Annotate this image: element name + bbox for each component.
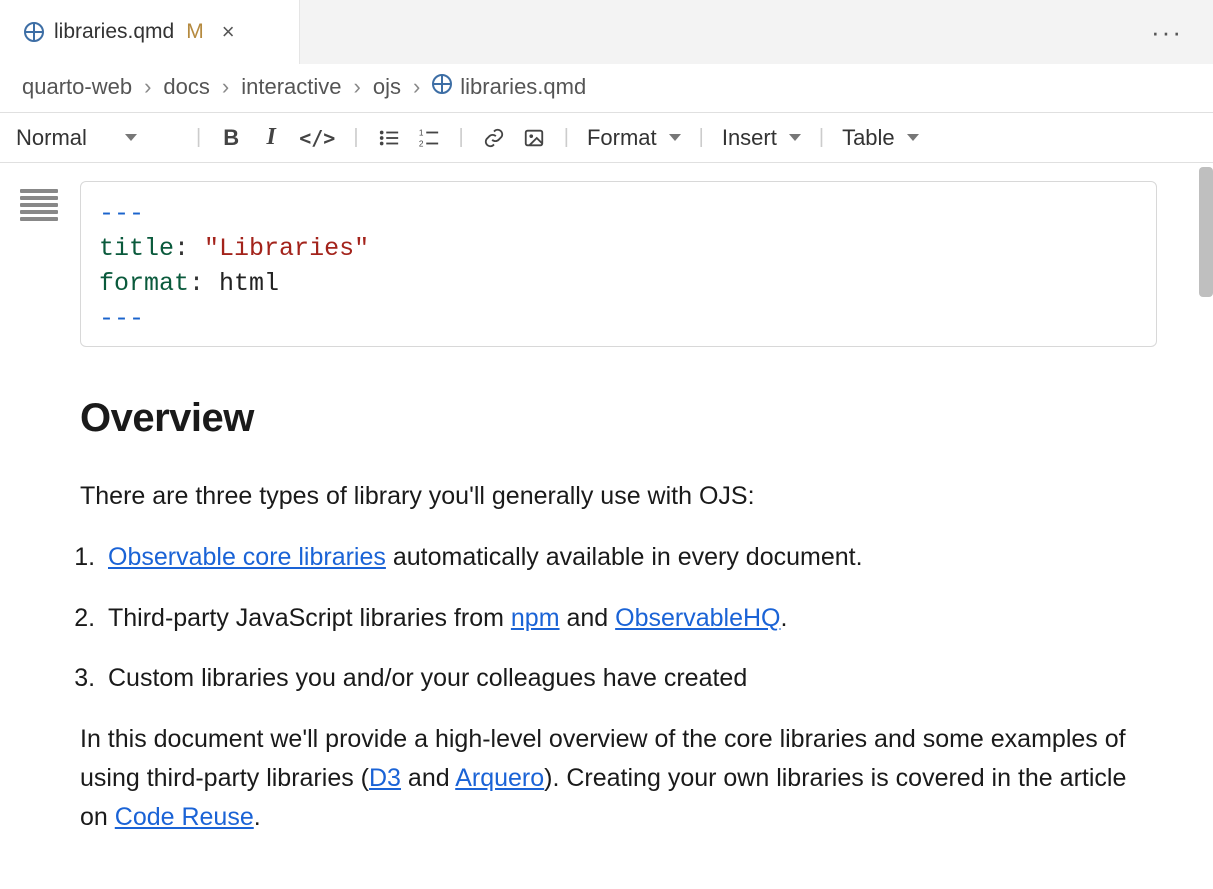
- format-menu[interactable]: Format: [581, 125, 687, 151]
- outro-text: and: [401, 764, 455, 792]
- italic-icon: I: [267, 124, 276, 151]
- link-code-reuse[interactable]: Code Reuse: [115, 803, 254, 831]
- breadcrumb-item[interactable]: quarto-web: [22, 74, 132, 100]
- link-observablehq[interactable]: ObservableHQ: [615, 604, 780, 632]
- toolbar-separator: |: [188, 126, 209, 149]
- intro-paragraph[interactable]: There are three types of library you'll …: [80, 477, 1140, 516]
- yaml-key-title: title: [99, 234, 174, 263]
- library-types-list: Observable core libraries automatically …: [102, 538, 1140, 698]
- tab-title: libraries.qmd: [54, 20, 174, 44]
- bold-button[interactable]: B: [213, 120, 249, 156]
- chevron-down-icon: [125, 134, 137, 141]
- breadcrumb-item[interactable]: docs: [163, 74, 209, 100]
- breadcrumb-item[interactable]: interactive: [241, 74, 341, 100]
- link-d3[interactable]: D3: [369, 764, 401, 792]
- heading-overview[interactable]: Overview: [80, 387, 1140, 449]
- list-item-text: Third-party JavaScript libraries from: [108, 604, 511, 632]
- breadcrumb-item[interactable]: ojs: [373, 74, 401, 100]
- link-button[interactable]: [476, 120, 512, 156]
- numbered-list-icon: 1 2: [418, 127, 440, 149]
- code-icon: </>: [299, 126, 335, 150]
- link-observable-core[interactable]: Observable core libraries: [108, 543, 386, 571]
- toolbar-separator: |: [811, 126, 832, 149]
- table-menu[interactable]: Table: [836, 125, 925, 151]
- insert-menu-label: Insert: [722, 125, 777, 151]
- list-item[interactable]: Custom libraries you and/or your colleag…: [102, 659, 1140, 698]
- bold-icon: B: [223, 125, 239, 151]
- list-item-text: .: [781, 604, 788, 632]
- chevron-down-icon: [669, 134, 681, 141]
- italic-button[interactable]: I: [253, 120, 289, 156]
- scrollbar-thumb[interactable]: [1199, 167, 1213, 297]
- yaml-value-title: "Libraries": [204, 234, 369, 263]
- numbered-list-button[interactable]: 1 2: [411, 120, 447, 156]
- format-menu-label: Format: [587, 125, 657, 151]
- toolbar: Normal | B I </> | 1 2 | | Format: [0, 113, 1213, 163]
- link-arquero[interactable]: Arquero: [455, 764, 544, 792]
- toolbar-separator: |: [556, 126, 577, 149]
- yaml-key-format: format: [99, 269, 189, 298]
- tab-modified-marker: M: [186, 20, 204, 44]
- bullet-list-icon: [378, 127, 400, 149]
- code-button[interactable]: </>: [293, 120, 341, 156]
- yaml-value-format: html: [219, 269, 279, 298]
- yaml-dashes: ---: [99, 304, 144, 333]
- toolbar-separator: |: [691, 126, 712, 149]
- list-item[interactable]: Third-party JavaScript libraries from np…: [102, 599, 1140, 638]
- tab-bar: libraries.qmd M × ···: [0, 0, 1213, 64]
- tab-libraries[interactable]: libraries.qmd M ×: [0, 0, 300, 64]
- breadcrumb-file[interactable]: libraries.qmd: [432, 74, 586, 100]
- list-item[interactable]: Observable core libraries automatically …: [102, 538, 1140, 577]
- close-icon[interactable]: ×: [218, 17, 239, 47]
- outro-text: .: [254, 803, 261, 831]
- chevron-down-icon: [789, 134, 801, 141]
- insert-menu[interactable]: Insert: [716, 125, 807, 151]
- chevron-right-icon: ›: [413, 74, 420, 100]
- breadcrumb: quarto-web › docs › interactive › ojs › …: [0, 64, 1213, 113]
- quarto-file-icon: [432, 74, 452, 100]
- table-menu-label: Table: [842, 125, 895, 151]
- svg-text:2: 2: [418, 139, 423, 148]
- yaml-frontmatter-block[interactable]: --- title: "Libraries" format: html ---: [80, 181, 1157, 347]
- link-npm[interactable]: npm: [511, 604, 560, 632]
- list-item-text: Custom libraries you and/or your colleag…: [108, 664, 747, 692]
- outro-paragraph[interactable]: In this document we'll provide a high-le…: [80, 720, 1140, 836]
- chevron-right-icon: ›: [222, 74, 229, 100]
- yaml-dashes: ---: [99, 199, 144, 228]
- list-item-text: automatically available in every documen…: [386, 543, 863, 571]
- link-icon: [483, 127, 505, 149]
- toolbar-separator: |: [451, 126, 472, 149]
- list-item-text: and: [560, 604, 616, 632]
- svg-text:1: 1: [418, 128, 423, 137]
- quarto-file-icon: [24, 22, 44, 42]
- editor-viewport: --- title: "Libraries" format: html --- …: [0, 163, 1213, 888]
- image-button[interactable]: [516, 120, 552, 156]
- chevron-right-icon: ›: [144, 74, 151, 100]
- paragraph-style-select[interactable]: Normal: [14, 125, 184, 151]
- paragraph-style-label: Normal: [16, 125, 87, 151]
- breadcrumb-file-label: libraries.qmd: [460, 74, 586, 100]
- image-icon: [523, 127, 545, 149]
- chevron-down-icon: [907, 134, 919, 141]
- chevron-right-icon: ›: [354, 74, 361, 100]
- toolbar-separator: |: [345, 126, 366, 149]
- tab-overflow-button[interactable]: ···: [1139, 0, 1195, 64]
- block-handle-icon[interactable]: [20, 181, 58, 347]
- editor-content[interactable]: --- title: "Libraries" format: html --- …: [0, 163, 1213, 888]
- bullet-list-button[interactable]: [371, 120, 407, 156]
